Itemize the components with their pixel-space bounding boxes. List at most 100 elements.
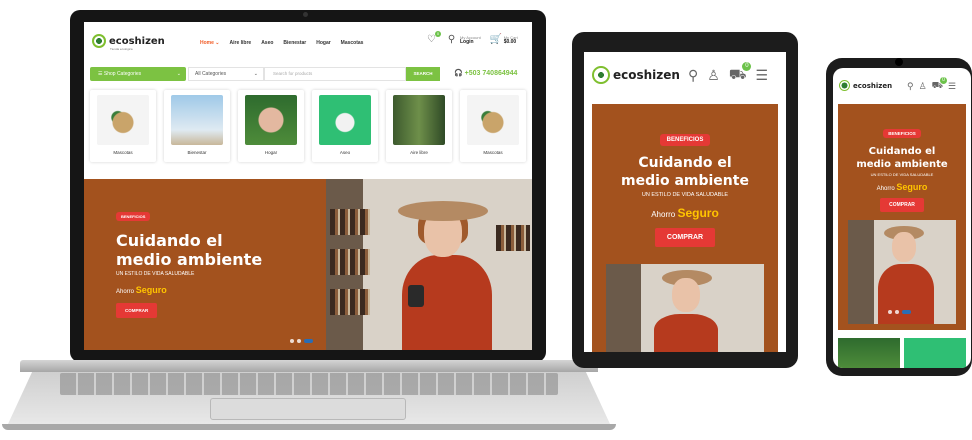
hero-title-line-1: Cuidando el <box>116 231 223 250</box>
account-link[interactable]: ⚲ My Account Login <box>446 34 481 45</box>
slider-dot-3[interactable] <box>902 310 911 314</box>
category-card-aseo[interactable]: Aseo <box>312 90 378 162</box>
hero-cta-button[interactable]: COMPRAR <box>654 228 716 247</box>
logo-leaf-icon <box>592 66 610 84</box>
hero-save-prefix: Ahorro <box>116 289 135 295</box>
support-phone[interactable]: 🎧 +503 740864944 <box>454 69 517 77</box>
slider-dot-3[interactable] <box>304 339 313 343</box>
category-image <box>467 95 519 145</box>
search-icon[interactable]: ⚲ <box>907 81 914 92</box>
hero-badge: BENEFICIOS <box>659 134 711 146</box>
phone-category-thumb-1[interactable] <box>838 338 900 368</box>
site-logo[interactable]: ecoshizen Tienda ecológica <box>92 34 165 51</box>
hero-slider-dots <box>290 339 313 343</box>
user-icon[interactable]: ♙ <box>707 67 720 84</box>
nav-item-home[interactable]: Home ⌄ <box>200 40 220 46</box>
nav-item-aseo[interactable]: Aseo <box>261 40 273 46</box>
category-name: Hogar <box>264 150 278 155</box>
model-cup <box>408 285 424 307</box>
shop-categories-button[interactable]: ☰ Shop Categories ⌄ <box>90 67 186 81</box>
cart-value: $0.00 <box>503 38 517 45</box>
phone-slider-dots <box>888 310 911 314</box>
device-mockup-stage: ecoshizen Tienda ecológica Home ⌄ Aire l… <box>0 0 972 440</box>
tablet-screen: ecoshizen ⚲ ♙ ⛟ 0 ☰ BENEFICIOS Cuidando … <box>584 52 786 352</box>
cart-button[interactable]: ⛟ 0 <box>932 77 947 92</box>
menu-icon[interactable]: ☰ <box>755 67 768 84</box>
category-card-bienestar[interactable]: Bienestar <box>164 90 230 162</box>
hero-cta-button[interactable]: COMPRAR <box>880 198 924 212</box>
category-image <box>319 95 371 145</box>
cart-text: My Cart $0.00 <box>504 35 518 45</box>
search-input[interactable]: Search for products <box>264 67 406 81</box>
cart-icon: 🛒 <box>489 34 503 45</box>
shelf-jars <box>496 225 530 251</box>
model-hat <box>398 201 488 221</box>
cart-link[interactable]: 🛒 My Cart $0.00 <box>490 34 518 45</box>
hero-subtitle: UN ESTILO DE VIDA SALUDABLE <box>870 172 934 177</box>
wishlist-button[interactable]: ♡ 0 <box>426 31 441 45</box>
laptop-keyboard <box>60 373 558 395</box>
category-select-value: All Categories <box>195 71 227 77</box>
tablet-logo[interactable]: ecoshizen <box>592 66 680 84</box>
hero-title-line-2: medio ambiente <box>116 250 263 269</box>
phone-logo[interactable]: ecoshizen <box>839 80 892 91</box>
phone-screen: ecoshizen ⚲ ♙ ⛟ 0 ☰ BENEFICIOS Cuidando … <box>833 68 971 368</box>
cart-button[interactable]: ⛟ 0 <box>729 62 752 85</box>
shelf-jars <box>330 249 370 275</box>
account-text: My Account Login <box>460 35 481 45</box>
slider-dot-2[interactable] <box>297 339 301 343</box>
search-bar: ☰ Shop Categories ⌄ All Categories ⌄ Sea… <box>84 66 532 84</box>
nav-item-hogar[interactable]: Hogar <box>316 40 330 46</box>
phone-category-thumb-2[interactable] <box>904 338 966 368</box>
header-actions: ♡ 0 ⚲ My Account Login 🛒 My Cart $0.00 <box>426 31 518 45</box>
category-select[interactable]: All Categories ⌄ <box>188 67 264 81</box>
slider-dot-1[interactable] <box>290 339 294 343</box>
nav-item-bienestar[interactable]: Bienestar <box>283 40 306 46</box>
model-body <box>654 314 718 352</box>
tablet-header-icons: ⚲ ♙ ⛟ 0 ☰ <box>688 62 768 85</box>
hero-copy: BENEFICIOS Cuidando el medio ambiente UN… <box>116 205 262 318</box>
hero-save-line: Ahorro Seguro <box>592 206 778 220</box>
shelf-jars <box>330 209 370 235</box>
nav-item-aire-libre[interactable]: Aire libre <box>230 40 252 46</box>
phone-camera <box>895 58 903 66</box>
logo-leaf-icon <box>839 80 850 91</box>
hero-title: Cuidando el medio ambiente <box>116 231 262 269</box>
nav-item-mascotas[interactable]: Mascotas <box>341 40 364 46</box>
laptop-trackpad <box>210 398 406 420</box>
user-icon: ⚲ <box>447 34 456 45</box>
slider-dot-1[interactable] <box>888 310 892 314</box>
category-name: Aseo <box>339 150 351 155</box>
hero-cta-button[interactable]: COMPRAR <box>116 303 158 318</box>
search-icon[interactable]: ⚲ <box>688 67 698 84</box>
menu-icon[interactable]: ☰ <box>948 81 956 92</box>
cart-count: 0 <box>940 77 947 84</box>
hero-title: Cuidando el medio ambiente <box>838 145 966 171</box>
hero-banner: BENEFICIOS Cuidando el medio ambiente UN… <box>84 179 532 350</box>
hero-save-prefix: Ahorro <box>876 186 895 192</box>
category-card-aire-libre[interactable]: Aire libre <box>386 90 452 162</box>
category-card-mascotas-2[interactable]: Mascotas <box>460 90 526 162</box>
hero-badge: BENEFICIOS <box>116 212 151 221</box>
tablet-hero-photo <box>606 264 764 352</box>
tablet-hero-copy: BENEFICIOS Cuidando el medio ambiente UN… <box>592 128 778 247</box>
hero-model-figure <box>388 189 498 350</box>
search-button[interactable]: SEARCH <box>406 67 440 81</box>
slider-dot-2[interactable] <box>895 310 899 314</box>
cart-count: 0 <box>742 62 752 71</box>
user-icon[interactable]: ♙ <box>919 81 927 92</box>
shop-categories-label: Shop Categories <box>103 71 142 77</box>
category-name: Bienestar <box>187 150 207 155</box>
category-card-mascotas[interactable]: Mascotas <box>90 90 156 162</box>
wishlist-count: 0 <box>435 31 441 37</box>
hero-photo <box>326 179 532 350</box>
hero-save-line: Ahorro Seguro <box>838 182 966 192</box>
category-image <box>393 95 445 145</box>
tablet-hero: BENEFICIOS Cuidando el medio ambiente UN… <box>592 104 778 352</box>
chevron-down-icon: ⌄ <box>176 71 181 77</box>
category-card-hogar[interactable]: Hogar <box>238 90 304 162</box>
logo-text: ecoshizen <box>613 68 680 82</box>
support-phone-number: +503 740864944 <box>464 70 518 77</box>
hero-title: Cuidando el medio ambiente <box>592 154 778 190</box>
laptop-camera <box>303 12 308 17</box>
